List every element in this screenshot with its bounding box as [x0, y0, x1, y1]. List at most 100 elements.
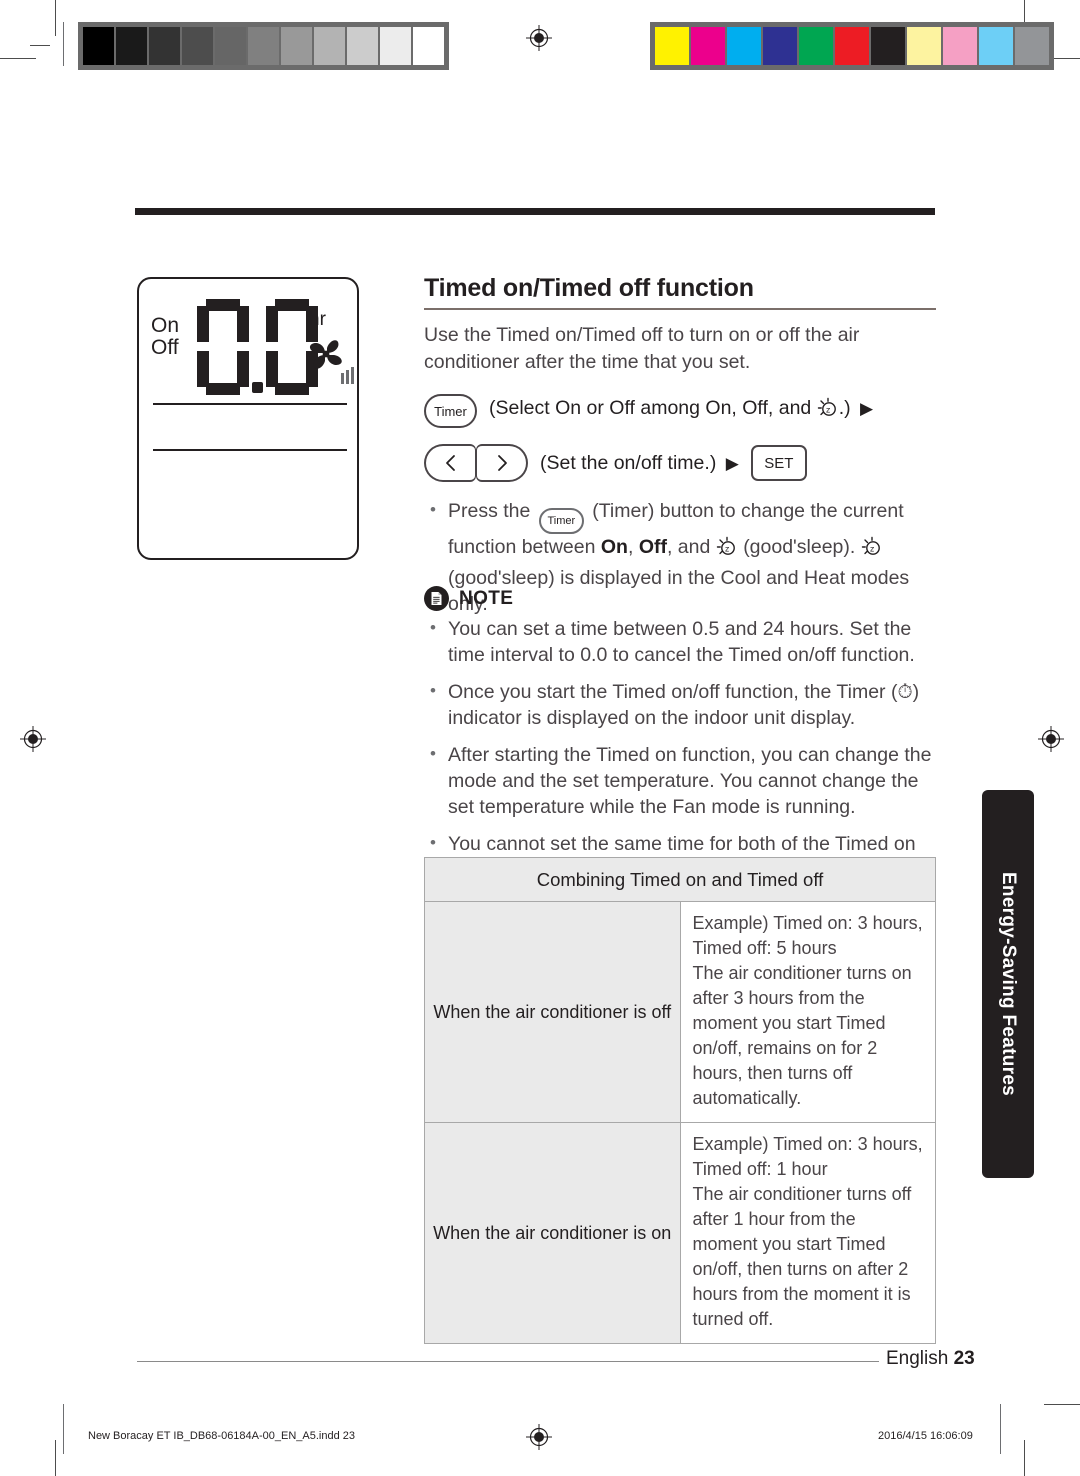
color-swatch-bar [650, 22, 1054, 70]
goodsleep-icon-2: z [861, 536, 883, 565]
swatch-2 [727, 27, 761, 65]
remote-display-illustration: On Off hr [137, 277, 359, 560]
swatch-5 [835, 27, 869, 65]
step-1-text-before: (Select On or Off among On, Off, and [489, 397, 812, 419]
footer-rule [137, 1361, 879, 1362]
chevron-right-icon[interactable] [476, 444, 528, 482]
table-row-example-0: Example) Timed on: 3 hours, Timed off: 5… [692, 913, 923, 958]
swatch-10 [1015, 27, 1049, 65]
step-1-arrow-icon: ▶ [860, 399, 874, 419]
display-unit-label: hr [309, 309, 326, 330]
timer-button[interactable]: Timer [424, 394, 477, 428]
registration-target-icon-left [20, 726, 46, 752]
swatch-6 [281, 27, 312, 65]
step-2-arrow-icon: ▶ [725, 453, 739, 473]
table-header-row: Combining Timed on and Timed off [424, 857, 936, 902]
page-title: Timed on/Timed off function [424, 274, 754, 302]
arrow-button-pair [424, 444, 528, 482]
swatch-1 [691, 27, 725, 65]
display-divider-2 [153, 449, 347, 451]
footer-page-number: 23 [953, 1348, 975, 1369]
table-row-label-0: When the air conditioner is off [424, 901, 681, 1123]
imprint-timestamp: 2016/4/15 16:06:09 [878, 1430, 973, 1442]
note-bullet-0: You can set a time between 0.5 and 24 ho… [424, 615, 948, 668]
svg-text:z: z [826, 405, 830, 414]
crop-mark-bottom-right-h [1044, 1404, 1080, 1405]
press-mode-off: Off [638, 536, 667, 558]
table-row-body-0: Example) Timed on: 3 hours, Timed off: 5… [679, 901, 936, 1123]
crop-mark-bottom-right-v [1024, 1440, 1025, 1476]
grayscale-swatch-bar [78, 22, 449, 70]
display-off-label: Off [151, 336, 179, 359]
press-mode-on: On [600, 536, 628, 558]
swatch-0 [83, 27, 114, 65]
swatch-8 [347, 27, 378, 65]
document-page: On Off hr Timed on/Timed off function Us… [0, 0, 1080, 1476]
note-bullet-2: After starting the Timed on function, yo… [424, 741, 948, 820]
press-part-4: (good'sleep). [743, 536, 856, 558]
swatch-9 [979, 27, 1013, 65]
imprint-filename: New Boracay ET IB_DB68-06184A-00_EN_A5.i… [88, 1430, 356, 1442]
chevron-left-icon[interactable] [424, 444, 476, 482]
step-1-text: (Select On or Off among On, Off, and z .… [489, 397, 877, 425]
note-document-icon [424, 586, 449, 611]
registration-target-icon-bottom [526, 1424, 552, 1450]
swatch-10 [413, 27, 444, 65]
combining-table: Combining Timed on and Timed off When th… [424, 857, 936, 1344]
crop-mark-top-left-h [0, 58, 36, 59]
crop-mark-top-left-h2 [30, 45, 50, 46]
step-row-timer: Timer (Select On or Off among On, Off, a… [424, 394, 877, 428]
step-2-text: (Set the on/off time.) ▶ [540, 452, 743, 475]
note-header: NOTE [424, 586, 513, 611]
page-title-rule [424, 308, 936, 310]
set-button[interactable]: SET [750, 445, 807, 481]
swatch-3 [763, 27, 797, 65]
crop-mark-top-left-v [55, 0, 56, 36]
footer-language: English [886, 1348, 949, 1369]
note-label: NOTE [459, 587, 514, 609]
footer-page-indicator: English 23 [886, 1348, 975, 1370]
display-divider-1 [153, 403, 347, 405]
table-row-example-1: Example) Timed on: 3 hours, Timed off: 1… [692, 1134, 923, 1179]
swatch-2 [149, 27, 180, 65]
swatch-4 [799, 27, 833, 65]
svg-text:z: z [725, 544, 729, 553]
timer-button-inline[interactable]: Timer [538, 508, 584, 534]
side-tab-energy-saving-features: Energy-Saving Features [982, 790, 1034, 1178]
goodsleep-icon: z [716, 536, 738, 565]
swatch-8 [943, 27, 977, 65]
display-on-label: On [151, 314, 180, 337]
registration-target-icon-top [526, 25, 552, 51]
fan-speed-bars-icon [341, 367, 354, 384]
registration-target-icon-right [1038, 726, 1064, 752]
note-bullet-1: Once you start the Timed on/off function… [424, 678, 948, 731]
table-row-label-1: When the air conditioner is on [424, 1122, 681, 1344]
display-seven-segment-value [197, 299, 321, 395]
table-row-detail-0: The air conditioner turns on after 3 hou… [692, 963, 912, 1108]
svg-text:z: z [870, 544, 874, 553]
swatch-1 [116, 27, 147, 65]
step-1-text-after: .) [838, 397, 851, 419]
swatch-5 [248, 27, 279, 65]
side-tab-label: Energy-Saving Features [998, 871, 1019, 1097]
press-part-3: , and [666, 536, 711, 558]
swatch-7 [907, 27, 941, 65]
trim-line-left [63, 22, 64, 66]
table-header-cell: Combining Timed on and Timed off [424, 857, 936, 902]
display-onoff-labels: On Off [151, 315, 179, 359]
table-row: When the air conditioner is on Example) … [424, 1122, 936, 1344]
step-2-label: (Set the on/off time.) [540, 451, 717, 474]
note-bullet-list: You can set a time between 0.5 and 24 ho… [424, 615, 948, 894]
step-row-set-time: (Set the on/off time.) ▶ SET [424, 444, 807, 482]
swatch-6 [871, 27, 905, 65]
table-row-detail-1: The air conditioner turns off after 1 ho… [692, 1184, 912, 1329]
press-part-5: (good'sleep) is displayed in the Cool an… [448, 567, 910, 615]
goodsleep-icon: z [817, 397, 839, 425]
seven-segment-digit-1 [197, 299, 249, 395]
trim-line-left-bottom [63, 1404, 64, 1454]
table-row: When the air conditioner is off Example)… [424, 901, 936, 1123]
swatch-3 [182, 27, 213, 65]
trim-line-right-bottom [1000, 1404, 1001, 1454]
swatch-9 [380, 27, 411, 65]
swatch-4 [215, 27, 246, 65]
